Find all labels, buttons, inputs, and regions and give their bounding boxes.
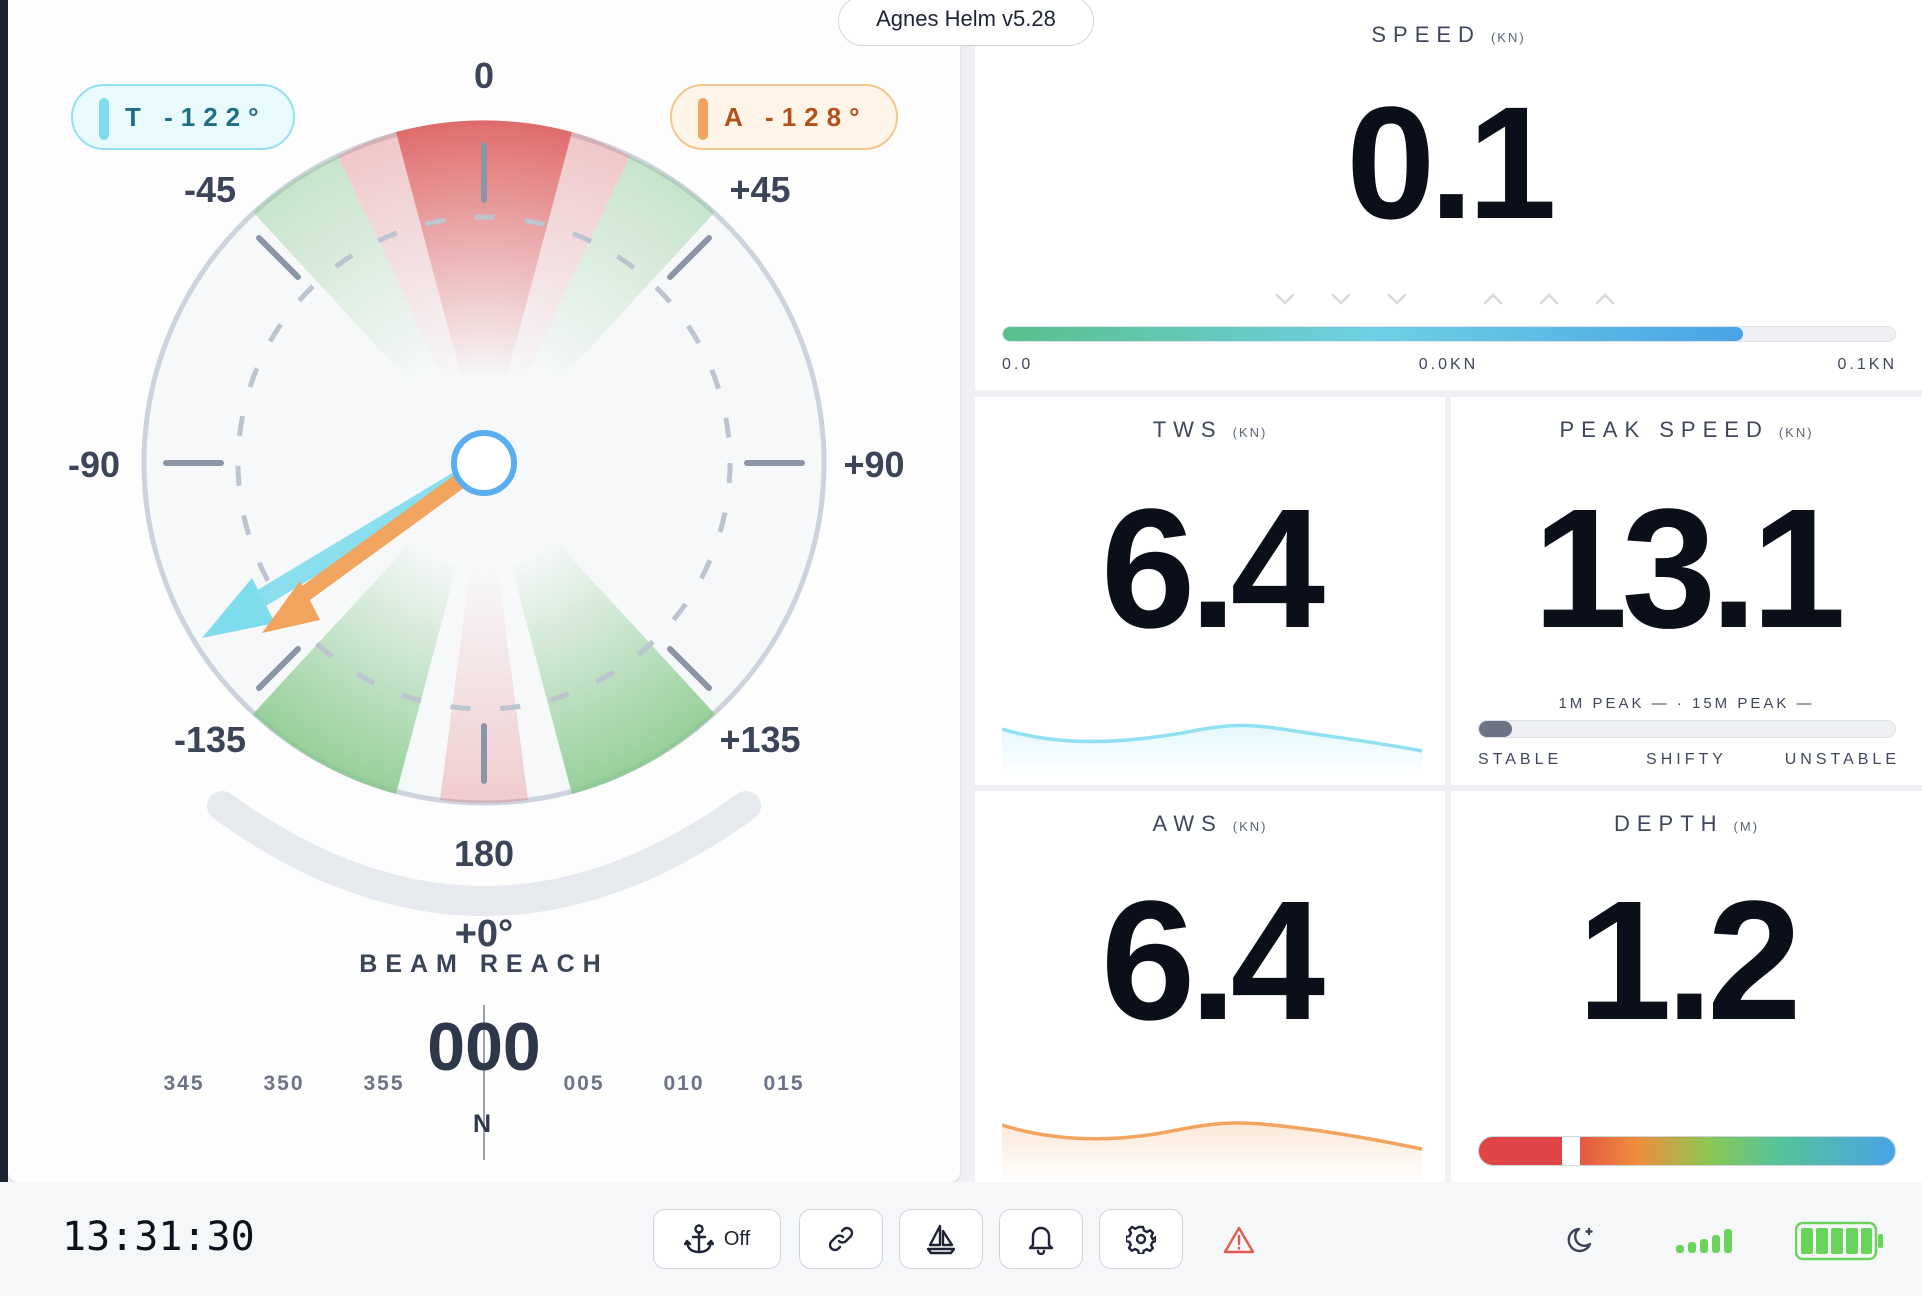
peak-speed-title-text: PEAK SPEED — [1559, 417, 1769, 442]
stability-label-unstable: UNSTABLE — [1784, 751, 1900, 768]
point-of-sail: BEAM REACH — [359, 950, 608, 978]
battery-icon — [1795, 1221, 1883, 1261]
peak-speed-tile[interactable]: PEAK SPEED (KN) 13.1 1M PEAK — · 15M PEAK… — [1451, 397, 1922, 785]
speed-bar-max: 0.1KN — [1837, 356, 1897, 373]
speed-title-text: SPEED — [1371, 22, 1481, 47]
anchor-alarm-button[interactable]: Off — [653, 1209, 781, 1269]
depth-marker — [1562, 1137, 1581, 1165]
depth-value: 1.2 — [1577, 866, 1801, 1056]
depth-title-text: DEPTH — [1613, 811, 1724, 836]
app-root: 0 180 -90 +90 -45 +45 -135 +135 +0° BEAM… — [0, 0, 1922, 1296]
trend-up-icon — [1595, 293, 1615, 305]
speed-unit: (KN) — [1490, 30, 1526, 45]
link-icon — [828, 1226, 854, 1252]
gear-icon — [1126, 1225, 1156, 1254]
tws-title-text: TWS — [1152, 417, 1223, 442]
heel-readout: +0° — [455, 913, 514, 955]
trend-down-icon — [1331, 293, 1351, 305]
peak-legend: 1M PEAK — · 15M PEAK — — [1558, 695, 1815, 712]
dial-label-pos45: +45 — [729, 169, 790, 210]
anchor-status: Off — [723, 1227, 751, 1250]
aws-title-text: AWS — [1152, 811, 1223, 836]
dial-label-neg135: -135 — [174, 719, 246, 760]
warning-icon[interactable] — [1223, 1225, 1255, 1255]
compass-heading: 000 — [427, 1009, 540, 1085]
speed-tile[interactable]: SPEED (KN) 0.1 0.0 0.0KN 0.1KN — [975, 0, 1922, 390]
compass-tick-350: 350 — [263, 1072, 304, 1095]
boat-button[interactable] — [899, 1209, 983, 1269]
aws-sparkline — [1002, 1121, 1423, 1181]
anchor-icon — [683, 1224, 714, 1254]
apparent-wind-angle-text: A -128° — [724, 102, 868, 132]
settings-button[interactable] — [1099, 1209, 1183, 1269]
signal-strength-icon — [1676, 1229, 1732, 1253]
compass-tick-345: 345 — [163, 1072, 204, 1095]
depth-title: DEPTH (M) — [1451, 811, 1922, 837]
speed-bar-mid: 0.0KN — [1418, 356, 1479, 373]
speed-bar-track — [1002, 326, 1896, 342]
speed-title: SPEED (KN) — [975, 22, 1922, 48]
tws-tile[interactable]: TWS (KN) 6.4 — [975, 397, 1445, 785]
apparent-wind-color-bar — [698, 98, 708, 140]
true-wind-angle-text: T -122° — [125, 102, 267, 132]
aws-value: 6.4 — [1100, 866, 1325, 1056]
dial-hub — [451, 430, 517, 496]
dial-label-neg45: -45 — [184, 169, 236, 210]
sailboat-icon — [926, 1224, 956, 1255]
depth-tile[interactable]: DEPTH (M) 1.2 — [1451, 791, 1922, 1182]
dial-label-pos135: +135 — [719, 719, 800, 760]
speed-bar-fill — [1003, 327, 1744, 341]
depth-unit: (M) — [1733, 819, 1760, 834]
connection-button[interactable] — [799, 1209, 883, 1269]
tws-title: TWS (KN) — [975, 417, 1445, 443]
trend-down-icon — [1275, 293, 1295, 305]
trend-up-icon — [1483, 293, 1503, 305]
night-mode-icon[interactable] — [1566, 1224, 1598, 1256]
compass-tick-005: 005 — [563, 1072, 604, 1095]
compass-cardinal: N — [473, 1110, 491, 1138]
tws-unit: (KN) — [1232, 425, 1268, 440]
depth-gauge — [1478, 1136, 1896, 1166]
dial-label-pos90: +90 — [843, 444, 904, 485]
speed-trend-icons — [1275, 293, 1615, 305]
trend-up-icon — [1539, 293, 1559, 305]
aws-title: AWS (KN) — [975, 811, 1445, 837]
stability-bar-track — [1478, 720, 1896, 738]
tws-value: 6.4 — [1100, 474, 1325, 664]
true-wind-angle-pill[interactable]: T -122° — [71, 84, 295, 150]
compass-tick-010: 010 — [663, 1072, 704, 1095]
peak-speed-unit: (KN) — [1778, 425, 1814, 440]
wind-dial: 0 180 -90 +90 -45 +45 -135 +135 +0° BEAM… — [68, 55, 905, 1160]
apparent-wind-angle-pill[interactable]: A -128° — [670, 84, 898, 150]
peak-speed-value: 13.1 — [1533, 474, 1846, 664]
clock: 13:31:30 — [62, 1214, 255, 1260]
alerts-button[interactable] — [999, 1209, 1083, 1269]
aws-unit: (KN) — [1232, 819, 1268, 834]
aws-tile[interactable]: AWS (KN) 6.4 — [975, 791, 1445, 1182]
dial-label-180: 180 — [454, 833, 514, 874]
tws-sparkline — [1002, 723, 1423, 777]
dial-label-0: 0 — [474, 55, 494, 96]
speed-value: 0.1 — [1346, 73, 1556, 252]
compass-tick-015: 015 — [763, 1072, 804, 1095]
trend-down-icon — [1387, 293, 1407, 305]
compass-tick-355: 355 — [363, 1072, 404, 1095]
peak-speed-title: PEAK SPEED (KN) — [1451, 417, 1922, 443]
true-wind-color-bar — [99, 98, 109, 140]
bell-icon — [1028, 1226, 1054, 1255]
version-label: Agnes Helm v5.28 — [838, 0, 1094, 46]
dial-label-neg90: -90 — [68, 444, 120, 485]
stability-bar-fill — [1479, 721, 1513, 737]
